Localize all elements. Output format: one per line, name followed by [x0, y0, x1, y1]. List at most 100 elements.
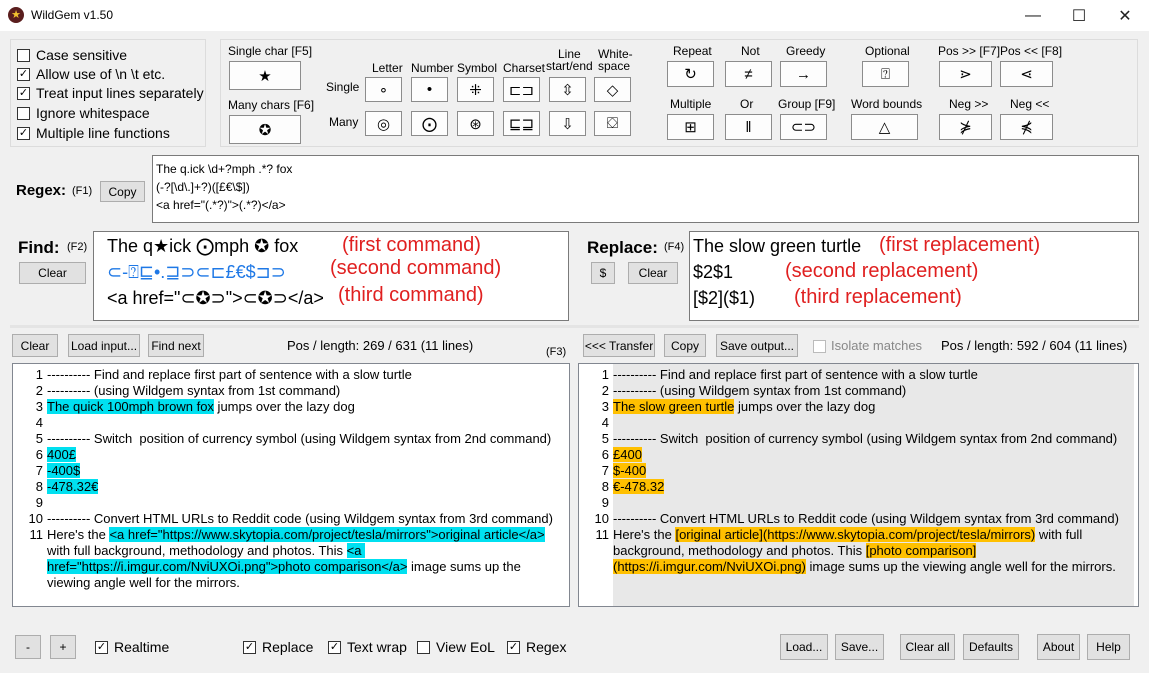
text-line: The quick 100mph brown fox jumps over th…	[47, 399, 565, 415]
pos-back-button[interactable]: ⋖	[1000, 61, 1053, 87]
neg-back-button[interactable]: ⋠	[1000, 114, 1053, 140]
save-output-button[interactable]: Save output...	[716, 334, 798, 357]
charset-many-button[interactable]: ⊑⊒	[503, 111, 540, 136]
input-clear-button[interactable]: Clear	[12, 334, 58, 357]
number-many-button[interactable]: ⨀	[411, 111, 448, 136]
defaults-button[interactable]: Defaults	[963, 634, 1019, 660]
regex-checkbox[interactable]: ✓	[507, 641, 520, 654]
group-button[interactable]: ⊂⊃	[780, 114, 827, 140]
multiple-line-functions-label: Multiple line functions	[36, 125, 170, 141]
regex-copy-button[interactable]: Copy	[100, 181, 145, 202]
about-button[interactable]: About	[1037, 634, 1080, 660]
output-copy-button[interactable]: Copy	[664, 334, 706, 357]
line-number: 7	[601, 463, 609, 478]
maximize-button[interactable]: ☐	[1056, 0, 1102, 31]
font-smaller-button[interactable]: -	[15, 635, 41, 659]
find-line-2: ⊂-⍰⊑•.⊒⊃⊂⊏£€$⊐⊃	[107, 262, 286, 282]
or-button[interactable]: ‖	[725, 114, 772, 140]
find-clear-button[interactable]: Clear	[19, 262, 86, 284]
font-larger-button[interactable]: +	[50, 635, 76, 659]
replace-clear-button[interactable]: Clear	[628, 262, 678, 284]
single-char-button[interactable]: ★	[229, 61, 301, 90]
transfer-button[interactable]: <<< Transfer	[583, 334, 655, 357]
word-bounds-button[interactable]: △	[851, 114, 918, 140]
line-number: 6	[601, 447, 609, 462]
help-button[interactable]: Help	[1087, 634, 1130, 660]
greedy-label: Greedy	[786, 44, 826, 58]
line-single-button[interactable]: ⇳	[549, 77, 586, 102]
find-textbox[interactable]: The q★ick ⨀mph ✪ fox ⊂-⍰⊑•.⊒⊃⊂⊏£€$⊐⊃ <a …	[93, 231, 569, 321]
optional-button[interactable]: ⍰	[862, 61, 909, 87]
view-eol-checkbox[interactable]	[417, 641, 430, 654]
text-wrap-checkbox[interactable]: ✓	[328, 641, 341, 654]
replace-toggle-label: Replace	[262, 639, 314, 655]
text-line: $-400	[613, 463, 1134, 479]
replacement-highlight: The slow green turtle	[613, 399, 735, 414]
replace-fkey: (F4)	[664, 241, 685, 253]
neg-forward-label: Neg >>	[949, 97, 989, 111]
treat-lines-separately-label: Treat input lines separately	[36, 85, 204, 101]
symbol-many-button[interactable]: ⊛	[457, 111, 494, 136]
case-sensitive-checkbox[interactable]	[17, 49, 30, 62]
input-text: ---------- Find and replace first part o…	[47, 367, 565, 591]
clear-all-button[interactable]: Clear all	[900, 634, 955, 660]
load-input-button[interactable]: Load input...	[68, 334, 140, 357]
minimize-button[interactable]: —	[1010, 0, 1056, 31]
greedy-button[interactable]: →	[780, 61, 827, 87]
ignore-whitespace-checkbox[interactable]	[17, 107, 30, 120]
replace-line-3: [$2]($1)	[693, 288, 756, 308]
isolate-matches-checkbox[interactable]	[813, 340, 826, 353]
symbol-single-button[interactable]: ⁜	[457, 77, 494, 102]
replace-label: Replace:	[587, 238, 658, 257]
pos-forward-button[interactable]: ⋗	[939, 61, 992, 87]
find-label: Find:	[18, 238, 60, 257]
text-span: Here's the	[47, 527, 110, 542]
find-line-3: <a href="⊂✪⊃">⊂✪⊃</a>	[107, 288, 324, 308]
pos-forward-label: Pos >> [F7]	[938, 44, 1001, 58]
text-span: jumps over the lazy dog	[734, 399, 876, 414]
load-button[interactable]: Load...	[780, 634, 828, 660]
line-many-button[interactable]: ⇩	[549, 111, 586, 136]
allow-escapes-label: Allow use of \n \t etc.	[36, 66, 166, 82]
text-span: jumps over the lazy dog	[213, 399, 355, 414]
match-highlight: The quick 100mph brown fox	[47, 399, 214, 414]
output-editor[interactable]: 1 2 3 4 5 6 7 8 9 10 11 ---------- Find …	[578, 363, 1139, 607]
replace-dollar-button[interactable]: $	[591, 262, 615, 284]
number-single-button[interactable]: •	[411, 77, 448, 102]
find-next-button[interactable]: Find next	[148, 334, 204, 357]
realtime-checkbox[interactable]: ✓	[95, 641, 108, 654]
multiple-button[interactable]: ⊞	[667, 114, 714, 140]
save-button[interactable]: Save...	[835, 634, 884, 660]
multiple-line-functions-checkbox[interactable]: ✓	[17, 127, 30, 140]
match-highlight: -478.32€	[47, 479, 99, 494]
regex-textbox[interactable]: The q.ick \d+?mph .*? fox (-?[\d\.]+?)([…	[152, 155, 1139, 223]
replace-line-2: $2$1	[693, 262, 734, 282]
treat-lines-separately-checkbox[interactable]: ✓	[17, 87, 30, 100]
whitespace-single-button[interactable]: ◇	[594, 77, 631, 102]
input-editor[interactable]: 1 2 3 4 5 6 7 8 9 10 11 ---------- Find …	[12, 363, 570, 607]
allow-escapes-checkbox[interactable]: ✓	[17, 68, 30, 81]
text-span: Here's the	[613, 527, 676, 542]
whitespace-many-button[interactable]: ⛋	[594, 111, 631, 136]
charset-single-button[interactable]: ⊏⊐	[503, 77, 540, 102]
replace-textbox[interactable]: The slow green turtle $2$1 [$2]($1) (fir…	[689, 231, 1139, 321]
line-number: 11	[595, 527, 610, 542]
splitter[interactable]	[10, 325, 1139, 328]
replacement-highlight: £400	[613, 447, 642, 462]
text-span: image sums up the viewing angle well for…	[805, 559, 1116, 574]
not-button[interactable]: ≠	[725, 61, 772, 87]
close-button[interactable]: ✕	[1102, 0, 1148, 31]
app-logo-icon: ★	[8, 7, 24, 23]
line-number: 2	[35, 383, 43, 398]
text-wrap-label: Text wrap	[347, 639, 407, 655]
single-row-label: Single	[326, 80, 360, 94]
letter-many-button[interactable]: ◎	[365, 111, 402, 136]
line-number: 9	[35, 495, 43, 510]
repeat-button[interactable]: ↻	[667, 61, 714, 87]
letter-single-button[interactable]: ∘	[365, 77, 402, 102]
group-label: Group [F9]	[778, 97, 836, 111]
many-chars-button[interactable]: ✪	[229, 115, 301, 144]
neg-forward-button[interactable]: ⋡	[939, 114, 992, 140]
line-number: 4	[601, 415, 609, 430]
replace-checkbox[interactable]: ✓	[243, 641, 256, 654]
